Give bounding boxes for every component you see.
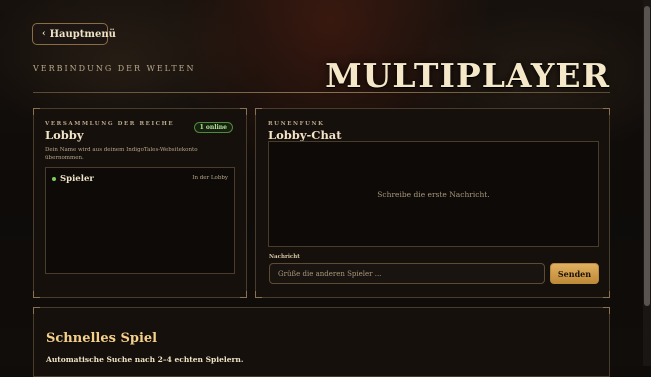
title-divider bbox=[33, 92, 610, 93]
player-list: Spieler In der Lobby bbox=[45, 167, 235, 274]
panel-corner-ornament bbox=[255, 291, 262, 298]
chat-message-log[interactable]: Schreibe die erste Nachricht. bbox=[268, 141, 599, 247]
online-status-icon bbox=[52, 177, 56, 181]
panel-corner-ornament bbox=[255, 108, 262, 115]
send-button[interactable]: Senden bbox=[550, 263, 599, 284]
back-to-main-menu-button[interactable]: ‹ Hauptmenü bbox=[32, 23, 116, 45]
chevron-left-icon: ‹ bbox=[42, 29, 46, 39]
player-status: In der Lobby bbox=[192, 175, 228, 181]
lobby-panel: VERSAMMLUNG DER REICHE Lobby 1 online De… bbox=[33, 108, 247, 298]
panel-corner-ornament bbox=[603, 307, 610, 314]
back-button-label: Hauptmenü bbox=[49, 28, 116, 40]
page-scrollbar[interactable] bbox=[643, 0, 651, 366]
quick-match-description: Automatische Suche nach 2–4 echten Spiel… bbox=[46, 355, 244, 364]
page-subtitle: VERBINDUNG DER WELTEN bbox=[33, 64, 196, 73]
lobby-eyebrow: VERSAMMLUNG DER REICHE bbox=[45, 121, 175, 127]
message-input[interactable] bbox=[269, 263, 545, 284]
quick-match-panel: Schnelles Spiel Automatische Suche nach … bbox=[33, 307, 610, 377]
panel-corner-ornament bbox=[33, 291, 40, 298]
player-list-item[interactable]: Spieler In der Lobby bbox=[52, 174, 228, 185]
panel-corner-ornament bbox=[603, 108, 610, 115]
player-name: Spieler bbox=[60, 174, 94, 184]
panel-corner-ornament bbox=[603, 291, 610, 298]
lobby-title: Lobby bbox=[45, 128, 84, 142]
panel-corner-ornament bbox=[33, 307, 40, 314]
chat-panel: RUNENFUNK Lobby-Chat Schreibe die erste … bbox=[255, 108, 610, 298]
chat-empty-text: Schreibe die erste Nachricht. bbox=[377, 189, 490, 199]
panel-corner-ornament bbox=[240, 108, 247, 115]
quick-match-title: Schnelles Spiel bbox=[46, 331, 158, 346]
message-field-label: Nachricht bbox=[269, 254, 300, 260]
lobby-account-note: Dein Name wird aus deinem IndigoTales-We… bbox=[45, 147, 198, 161]
panel-corner-ornament bbox=[240, 291, 247, 298]
panel-corner-ornament bbox=[33, 108, 40, 115]
online-count-badge: 1 online bbox=[193, 122, 233, 133]
chat-eyebrow: RUNENFUNK bbox=[268, 121, 325, 127]
chat-title: Lobby-Chat bbox=[268, 128, 342, 142]
page-title: MULTIPLAYER bbox=[325, 56, 610, 95]
scrollbar-thumb[interactable] bbox=[644, 6, 650, 306]
